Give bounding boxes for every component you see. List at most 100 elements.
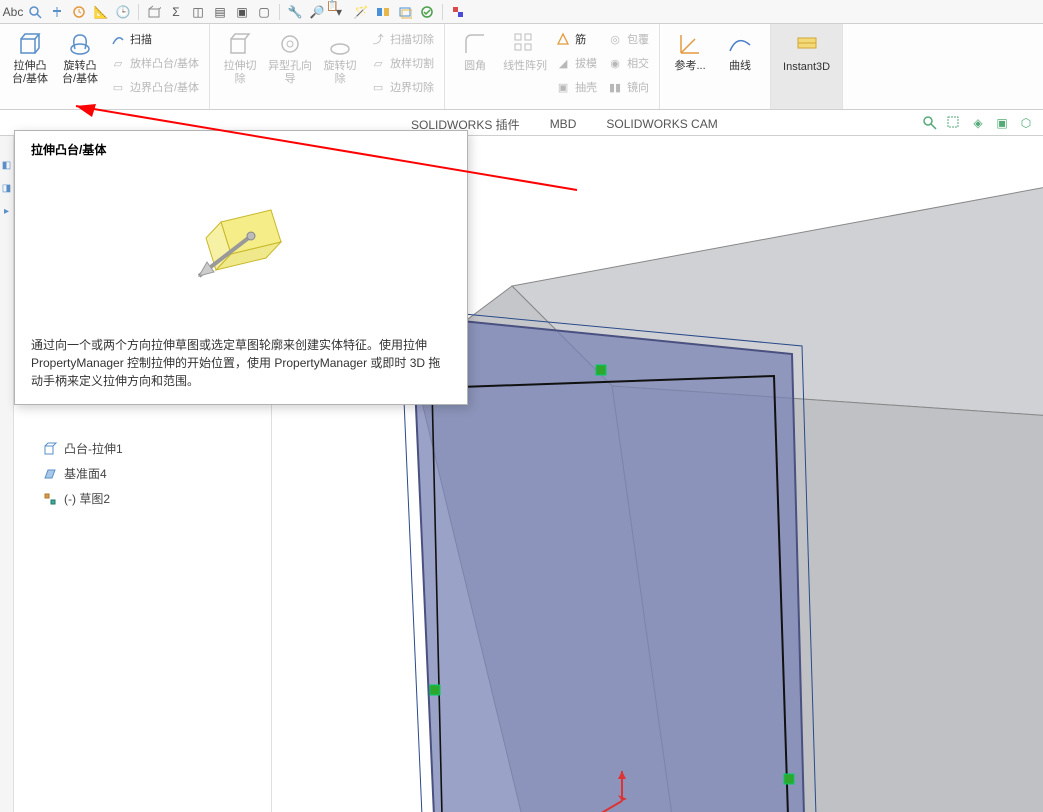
extrude-boss-label: 拉伸凸 台/基体 (12, 60, 48, 86)
fillet-button[interactable]: 圆角 (451, 26, 499, 106)
qat-icon[interactable] (26, 3, 44, 21)
rib-button[interactable]: 筋 (551, 28, 601, 50)
loft-cut-label: 放样切割 (390, 55, 434, 71)
boundary-cut-button[interactable]: ▭ 边界切除 (366, 76, 438, 98)
linear-pattern-label: 线性阵列 (503, 60, 547, 73)
qat-icon[interactable]: ▣ (233, 3, 251, 21)
extrude-tree-icon (42, 441, 58, 457)
zoom-area-icon[interactable] (945, 114, 963, 132)
feature-tooltip: 拉伸凸台/基体 通过向一个或两个方向拉伸草图或选定草图轮廓来创建实体特征。使用拉… (14, 130, 468, 405)
revolve-boss-button[interactable]: 旋转凸 台/基体 (56, 26, 104, 106)
plane-tree-icon (42, 466, 58, 482)
revolve-cut-button[interactable]: 旋转切 除 (316, 26, 364, 106)
curves-button[interactable]: 曲线 (716, 26, 764, 106)
sweep-cut-icon: ⤴ (370, 31, 386, 47)
qat-icon[interactable]: 🔧 (286, 3, 304, 21)
tooltip-body: 通过向一个或两个方向拉伸草图或选定草图轮廓来创建实体特征。使用拉伸 Proper… (15, 332, 467, 404)
qat-icon[interactable]: 🔎 (308, 3, 326, 21)
tooltip-illustration (15, 162, 467, 332)
tooltip-title: 拉伸凸台/基体 (15, 131, 467, 162)
view-toolbar: ◈ ▣ ⬡ (921, 114, 1043, 132)
sweep-label: 扫描 (130, 31, 152, 47)
qat-icon[interactable] (70, 3, 88, 21)
reference-icon (676, 30, 704, 58)
extrude-boss-button[interactable]: 拉伸凸 台/基体 (6, 26, 54, 106)
qat-icon[interactable]: ▢ (255, 3, 273, 21)
qat-icon[interactable]: 🪄 (352, 3, 370, 21)
wrap-label: 包覆 (627, 31, 649, 47)
qat-icon[interactable] (145, 3, 163, 21)
fillet-label: 圆角 (464, 60, 486, 73)
ribbon-mini-col: 扫描 ▱ 放样凸台/基体 ▭ 边界凸台/基体 (106, 26, 203, 98)
reference-button[interactable]: 参考... (666, 26, 714, 106)
feature-ribbon: 拉伸凸 台/基体 旋转凸 台/基体 扫描 ▱ 放样凸台/基体 ▭ 边界凸台/基体… (0, 24, 1043, 110)
display-style-icon[interactable]: ▣ (993, 114, 1011, 132)
extrude-boss-icon (16, 30, 44, 58)
curves-icon (726, 30, 754, 58)
ribbon-group-features: 圆角 线性阵列 筋 ◢ 拔模 ▣ 抽壳 ◎ 包覆 (445, 24, 660, 109)
zoom-icon[interactable] (921, 114, 939, 132)
extrude-cut-button[interactable]: 拉伸切 除 (216, 26, 264, 106)
shell-icon: ▣ (555, 79, 571, 95)
extrude-cut-label: 拉伸切 除 (224, 60, 257, 86)
sweep-icon (110, 31, 126, 47)
ribbon-mini-col: ◎ 包覆 ◉ 相交 ▮▮ 镜向 (603, 26, 653, 98)
draft-button[interactable]: ◢ 拔模 (551, 52, 601, 74)
qat-icon[interactable]: ▤ (211, 3, 229, 21)
qat-icon[interactable]: Abc (4, 3, 22, 21)
flyout-icon[interactable]: ▸ (4, 206, 9, 217)
tree-item-label: (-) 草图2 (64, 490, 110, 507)
shell-button[interactable]: ▣ 抽壳 (551, 76, 601, 98)
rib-icon (555, 31, 571, 47)
linear-pattern-icon (511, 30, 539, 58)
linear-pattern-button[interactable]: 线性阵列 (501, 26, 549, 106)
extrude-cut-icon (226, 30, 254, 58)
qat-icon[interactable] (449, 3, 467, 21)
instant3d-button[interactable]: Instant3D (783, 27, 831, 107)
boundary-boss-button[interactable]: ▭ 边界凸台/基体 (106, 76, 203, 98)
intersect-button[interactable]: ◉ 相交 (603, 52, 653, 74)
tab-mbd[interactable]: MBD (535, 112, 592, 135)
boundary-cut-label: 边界切除 (390, 79, 434, 95)
wrap-button[interactable]: ◎ 包覆 (603, 28, 653, 50)
qat-icon[interactable] (48, 3, 66, 21)
qat-icon[interactable]: 🕒 (114, 3, 132, 21)
hole-wizard-label: 异型孔向导 (266, 60, 314, 86)
wrap-icon: ◎ (607, 31, 623, 47)
view-settings-icon[interactable]: ⬡ (1017, 114, 1035, 132)
tree-item-label: 基准面4 (64, 465, 107, 482)
ribbon-mini-col: ⤴ 扫描切除 ▱ 放样切割 ▭ 边界切除 (366, 26, 438, 98)
sweep-cut-button[interactable]: ⤴ 扫描切除 (366, 28, 438, 50)
qat-icon[interactable] (418, 3, 436, 21)
qat-icon[interactable]: ◫ (189, 3, 207, 21)
sweep-cut-label: 扫描切除 (390, 31, 434, 47)
loft-cut-button[interactable]: ▱ 放样切割 (366, 52, 438, 74)
tab-solidworks-cam[interactable]: SOLIDWORKS CAM (591, 112, 732, 135)
curves-label: 曲线 (729, 60, 751, 73)
boundary-cut-icon: ▭ (370, 79, 386, 95)
qat-icon[interactable]: Σ (167, 3, 185, 21)
flyout-icon[interactable]: ◨ (2, 183, 11, 194)
sweep-button[interactable]: 扫描 (106, 28, 203, 50)
view-orientation-icon[interactable]: ◈ (969, 114, 987, 132)
mirror-button[interactable]: ▮▮ 镜向 (603, 76, 653, 98)
qat-icon[interactable]: ▾📋 (330, 3, 348, 21)
intersect-icon: ◉ (607, 55, 623, 71)
shell-label: 抽壳 (575, 79, 597, 95)
qat-icon[interactable] (374, 3, 392, 21)
left-flyout-strip: ◧ ◨ ▸ (0, 136, 14, 812)
separator (138, 4, 139, 20)
tree-item-extrude[interactable]: 凸台-拉伸1 (14, 436, 271, 461)
loft-boss-button[interactable]: ▱ 放样凸台/基体 (106, 52, 203, 74)
sketch-tree-icon (42, 491, 58, 507)
draft-icon: ◢ (555, 55, 571, 71)
tree-item-plane[interactable]: 基准面4 (14, 461, 271, 486)
separator (279, 4, 280, 20)
separator (442, 4, 443, 20)
hole-wizard-button[interactable]: 异型孔向导 (266, 26, 314, 106)
qat-icon[interactable]: 📐 (92, 3, 110, 21)
boundary-icon: ▭ (110, 79, 126, 95)
qat-icon[interactable] (396, 3, 414, 21)
flyout-icon[interactable]: ◧ (2, 160, 11, 171)
tree-item-sketch[interactable]: (-) 草图2 (14, 486, 271, 511)
